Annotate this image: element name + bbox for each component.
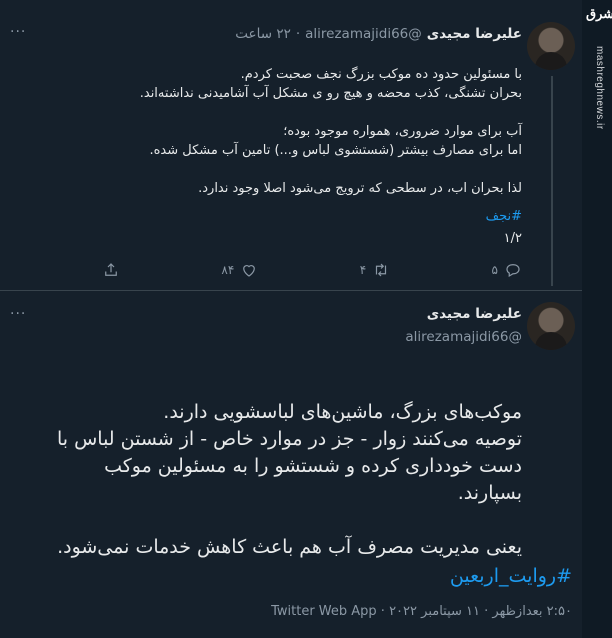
retweet-icon bbox=[376, 263, 387, 277]
hashtag-arbaeen[interactable]: #روایت_اربعین bbox=[450, 565, 572, 587]
author-name[interactable]: علیرضا مجیدی bbox=[427, 306, 522, 322]
hashtag-najaf[interactable]: #نجف bbox=[486, 209, 522, 224]
tweet-handle-row: @alirezamajidi66 bbox=[405, 327, 522, 347]
mashregh-logo: مشرق bbox=[586, 7, 612, 22]
like-count: ۸۴ bbox=[221, 263, 235, 277]
watermark-strip: مشرق mashreghnews.ir bbox=[582, 0, 612, 638]
tweet-text: موکب‌های بزرگ، ماشین‌های لباسشویی دارند.… bbox=[37, 372, 522, 561]
author-name[interactable]: علیرضا مجیدی bbox=[427, 26, 522, 42]
thread-count: ۱/۲ bbox=[503, 231, 522, 246]
watermark-site: mashreghnews.ir bbox=[594, 46, 605, 130]
tweet-actions: ۵ ۴ ۸۴ bbox=[102, 258, 522, 282]
tweet-meta[interactable]: ۲:۵۰ بعدازظهر · ۱۱ سپتامبر ۲۰۲۲ · Twitte… bbox=[271, 604, 572, 619]
author-handle[interactable]: @alirezamajidi66 bbox=[305, 26, 422, 42]
retweet-button[interactable]: ۴ bbox=[360, 261, 390, 279]
thread-connector bbox=[551, 76, 553, 286]
hashtag-link[interactable]: #نجف bbox=[486, 209, 522, 224]
tweet-time[interactable]: ۲۲ ساعت bbox=[235, 26, 291, 42]
tweet-text: با مسئولین حدود ده موکب بزرگ نجف صحبت کر… bbox=[62, 46, 522, 198]
share-icon bbox=[105, 263, 117, 276]
avatar[interactable] bbox=[527, 22, 575, 70]
more-options-icon[interactable]: ··· bbox=[10, 24, 26, 40]
tweet-body: با مسئولین حدود ده موکب بزرگ نجف صحبت کر… bbox=[139, 67, 522, 196]
share-button[interactable] bbox=[102, 261, 120, 279]
reply-count: ۵ bbox=[491, 263, 498, 277]
retweet-count: ۴ bbox=[359, 263, 367, 277]
author-handle[interactable]: @alirezamajidi66 bbox=[405, 329, 522, 345]
reply-button[interactable]: ۵ bbox=[492, 261, 522, 279]
divider bbox=[0, 290, 582, 291]
tweet-header: علیرضا مجیدی bbox=[427, 304, 522, 324]
separator-dot: · bbox=[295, 26, 301, 42]
heart-icon bbox=[243, 265, 256, 277]
tweet-body: موکب‌های بزرگ، ماشین‌های لباسشویی دارند.… bbox=[56, 401, 522, 558]
avatar[interactable] bbox=[527, 302, 575, 350]
more-options-icon[interactable]: ··· bbox=[10, 306, 26, 322]
like-button[interactable]: ۸۴ bbox=[221, 261, 258, 279]
reply-icon bbox=[506, 264, 520, 278]
tweet-header: علیرضا مجیدی @alirezamajidi66 · ۲۲ ساعت bbox=[235, 24, 522, 44]
